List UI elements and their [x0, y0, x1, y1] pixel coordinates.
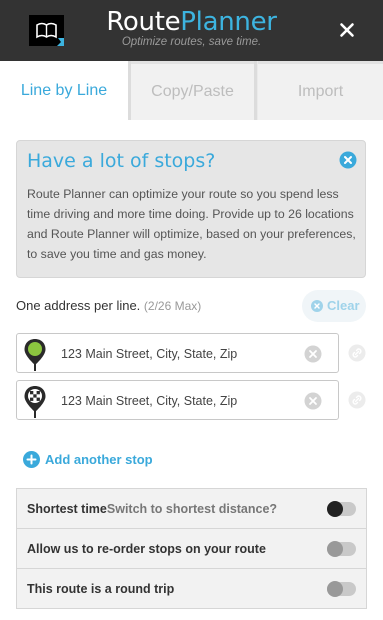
start-pin-icon — [24, 339, 46, 371]
info-body: Route Planner can optimize your route so… — [27, 187, 356, 261]
option-shortest-time: Shortest timeSwitch to shortest distance… — [17, 489, 366, 529]
route-options: Shortest timeSwitch to shortest distance… — [16, 488, 367, 609]
add-stop-label: Add another stop — [45, 452, 153, 467]
tab-divider — [254, 61, 257, 120]
stop-address-input[interactable] — [61, 344, 291, 364]
info-close-icon[interactable] — [339, 151, 357, 169]
stop-row-end — [16, 380, 339, 420]
finish-flag-pin-icon — [24, 386, 46, 418]
app-title: RoutePlanner — [0, 7, 383, 37]
address-label: One address per line. (2/26 Max) — [16, 298, 201, 313]
address-label-text: One address per line. — [16, 298, 141, 313]
clear-stop-icon[interactable] — [304, 392, 322, 410]
link-icon[interactable] — [348, 391, 366, 409]
app-header: RoutePlanner Optimize routes, save time. — [0, 0, 383, 61]
option-shortest-time-label: Shortest time — [27, 502, 107, 516]
round-trip-toggle[interactable] — [327, 581, 356, 597]
option-round-trip-label: This route is a round trip — [27, 582, 175, 596]
option-reorder: Allow us to re-order stops on your route — [17, 529, 366, 569]
shortest-time-toggle[interactable] — [327, 501, 356, 517]
tab-copy-paste[interactable]: Copy/Paste — [131, 61, 254, 120]
option-round-trip: This route is a round trip — [17, 569, 366, 609]
plus-circle-icon — [23, 451, 40, 468]
address-count: (2/26 Max) — [143, 299, 202, 313]
clear-stop-icon[interactable] — [304, 345, 322, 363]
toggle-knob — [327, 541, 343, 557]
toggle-knob — [327, 581, 343, 597]
clear-button[interactable]: Clear — [302, 290, 366, 322]
tab-line-by-line[interactable]: Line by Line — [0, 61, 128, 120]
info-panel: Have a lot of stops? Route Planner can o… — [16, 140, 366, 278]
stop-address-input[interactable] — [61, 391, 291, 411]
tab-import[interactable]: Import — [258, 61, 383, 120]
reorder-toggle[interactable] — [327, 541, 356, 557]
stop-row-start — [16, 333, 339, 373]
link-icon[interactable] — [348, 344, 366, 362]
toggle-knob — [327, 501, 343, 517]
tab-bar: Line by Line Copy/Paste Import — [0, 61, 383, 120]
close-icon[interactable] — [335, 18, 359, 42]
clear-x-icon — [311, 300, 323, 312]
info-title: Have a lot of stops? — [27, 150, 216, 172]
app-subtitle: Optimize routes, save time. — [121, 36, 262, 48]
clear-label: Clear — [327, 298, 360, 313]
switch-distance-link[interactable]: Switch to shortest distance? — [107, 502, 277, 516]
title-planner: Planner — [180, 7, 277, 37]
option-reorder-label: Allow us to re-order stops on your route — [27, 542, 266, 556]
title-route: Route — [106, 7, 181, 37]
